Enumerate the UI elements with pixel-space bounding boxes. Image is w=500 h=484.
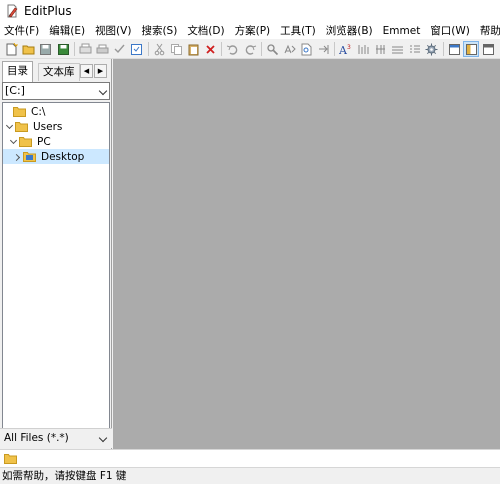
sidebar-tabs: 目录 文本库 ◀ ▶	[0, 61, 112, 82]
menu-project[interactable]: 方案(P)	[230, 22, 276, 40]
toolbar-separator	[442, 42, 444, 56]
print-preview-icon[interactable]	[78, 42, 92, 56]
cut-icon[interactable]	[152, 42, 166, 56]
chevron-down-icon	[98, 86, 108, 96]
menu-view[interactable]: 视图(V)	[90, 22, 136, 40]
status-bar: 如需帮助，请按键盘 F1 键	[0, 468, 500, 484]
document-tab-bar	[0, 449, 500, 468]
find-icon[interactable]	[265, 42, 279, 56]
delete-icon[interactable]	[204, 42, 218, 56]
tree-item-label: Users	[33, 120, 63, 133]
settings-gear-icon[interactable]	[425, 42, 439, 56]
drive-select[interactable]: [C:]	[2, 82, 110, 100]
menu-browser[interactable]: 浏览器(B)	[321, 22, 378, 40]
goto-line-icon[interactable]	[317, 42, 331, 56]
menu-edit[interactable]: 编辑(E)	[44, 22, 90, 40]
word-wrap-icon[interactable]	[356, 42, 370, 56]
chevron-down-icon	[98, 433, 108, 443]
file-filter-select[interactable]: All Files (*.*)	[0, 428, 112, 448]
toolbar-separator	[221, 42, 223, 56]
column-select-icon[interactable]	[373, 42, 387, 56]
spell-check-icon[interactable]	[113, 42, 127, 56]
tree-item-label: C:\	[31, 105, 46, 118]
tree-item-label: PC	[37, 135, 51, 148]
folder-icon	[13, 106, 26, 117]
toolbar-separator	[260, 42, 262, 56]
sidebar-panel: 目录 文本库 ◀ ▶ [C:] C:\ Users PC Desktop All…	[0, 59, 112, 477]
tab-scroll-left-icon[interactable]: ◀	[80, 64, 93, 78]
paste-icon[interactable]	[186, 42, 200, 56]
browser-view-icon[interactable]	[130, 42, 144, 56]
directory-tree: C:\ Users PC Desktop	[2, 102, 110, 432]
tree-item-label: Desktop	[41, 150, 85, 163]
new-file-icon[interactable]	[5, 42, 19, 56]
tree-item-users[interactable]: Users	[3, 119, 109, 134]
save-icon[interactable]	[39, 42, 53, 56]
menu-emmet[interactable]: Emmet	[378, 22, 426, 40]
output-window-icon[interactable]	[447, 42, 461, 56]
drive-select-value: [C:]	[5, 84, 25, 97]
chevron-down-icon[interactable]	[5, 122, 15, 132]
chevron-down-icon[interactable]	[9, 137, 19, 147]
print-icon[interactable]	[96, 42, 110, 56]
ruler-icon[interactable]	[391, 42, 405, 56]
file-filter-value: All Files (*.*)	[4, 432, 69, 444]
tree-item-c-drive[interactable]: C:\	[3, 104, 109, 119]
desktop-folder-icon	[23, 151, 36, 162]
status-text: 如需帮助，请按键盘 F1 键	[2, 470, 127, 482]
line-numbers-icon[interactable]	[408, 42, 422, 56]
redo-icon[interactable]	[243, 42, 257, 56]
directory-window-icon[interactable]	[463, 41, 480, 57]
window-list-icon[interactable]	[481, 42, 495, 56]
find-in-files-icon[interactable]	[300, 42, 314, 56]
font-icon[interactable]: A3	[339, 42, 353, 56]
tab-cliptext[interactable]: 文本库	[38, 63, 80, 81]
menu-window[interactable]: 窗口(W)	[425, 22, 475, 40]
title-bar: EditPlus	[0, 0, 500, 22]
tree-item-desktop[interactable]: Desktop	[3, 149, 109, 164]
menu-help[interactable]: 帮助(H)	[475, 22, 500, 40]
tree-item-pc[interactable]: PC	[3, 134, 109, 149]
folder-icon[interactable]	[4, 453, 17, 467]
menu-document[interactable]: 文档(D)	[182, 22, 229, 40]
menu-bar: 文件(F) 编辑(E) 视图(V) 搜索(S) 文档(D) 方案(P) 工具(T…	[0, 22, 500, 40]
copy-icon[interactable]	[169, 42, 183, 56]
open-folder-icon[interactable]	[22, 42, 36, 56]
editor-workspace[interactable]	[113, 59, 500, 449]
menu-search[interactable]: 搜索(S)	[136, 22, 182, 40]
editplus-logo-icon	[6, 4, 18, 18]
tab-directory[interactable]: 目录	[2, 61, 33, 82]
replace-icon[interactable]	[282, 42, 296, 56]
save-all-icon[interactable]	[56, 42, 70, 56]
toolbar-separator	[73, 42, 75, 56]
tab-scroll-right-icon[interactable]: ▶	[94, 64, 107, 78]
folder-icon	[19, 136, 32, 147]
chevron-right-icon[interactable]	[13, 152, 23, 162]
svg-text:3: 3	[347, 44, 351, 51]
toolbar-separator	[334, 42, 336, 56]
toolbar-separator	[147, 42, 149, 56]
folder-icon	[15, 121, 28, 132]
undo-icon[interactable]	[226, 42, 240, 56]
menu-file[interactable]: 文件(F)	[0, 22, 44, 40]
toolbar: A3	[0, 40, 500, 59]
window-title: EditPlus	[24, 4, 72, 18]
menu-tools[interactable]: 工具(T)	[275, 22, 321, 40]
